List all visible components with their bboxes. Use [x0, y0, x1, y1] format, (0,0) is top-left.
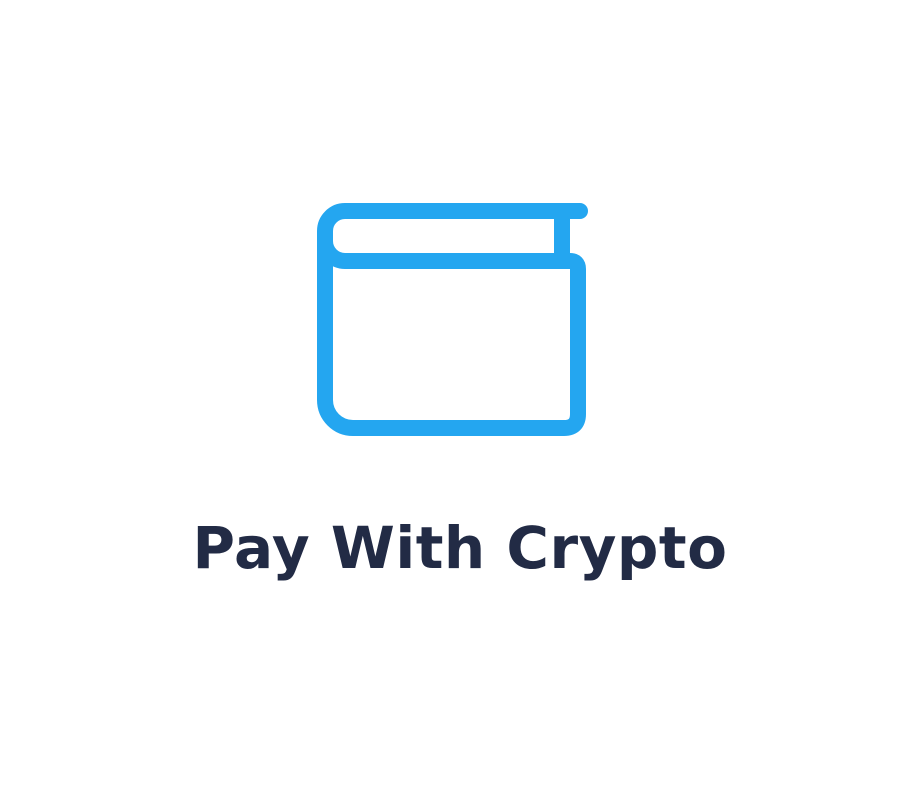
wallet-icon [317, 203, 588, 436]
page-title: Pay With Crypto [192, 514, 728, 582]
feature-card: Pay With Crypto [0, 0, 920, 794]
